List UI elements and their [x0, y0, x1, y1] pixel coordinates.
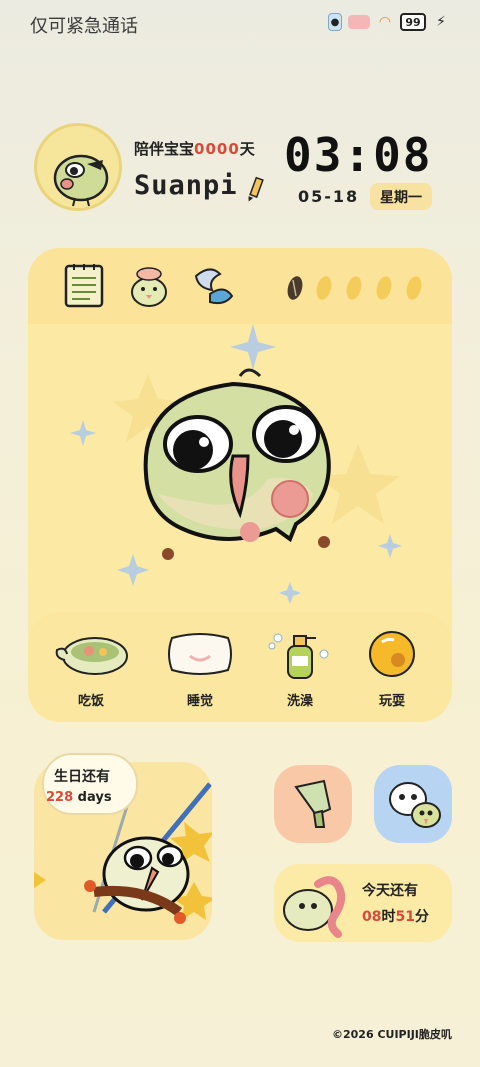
phone-status-icon: ●: [328, 13, 342, 31]
today-hours-number: 08: [362, 909, 382, 925]
companion-days: 陪伴宝宝0000天: [134, 138, 255, 159]
avatar[interactable]: [34, 123, 122, 211]
copyright-text: ©2026 CUIPIJI脆皮叽: [332, 1028, 452, 1041]
companion-days-number: 0000: [194, 140, 240, 158]
today-minutes-unit: 分: [414, 909, 429, 925]
care-action-play[interactable]: 玩耍: [342, 612, 442, 722]
sunflower-seed-icon: [287, 276, 303, 300]
sparkle-decoration: [378, 534, 402, 558]
chick-icon[interactable]: [126, 262, 172, 310]
today-hours-unit: 时: [381, 909, 396, 925]
birthday-days-number: 228: [46, 790, 74, 805]
notebook-icon[interactable]: [62, 262, 108, 310]
care-label-bath: 洗澡: [286, 694, 313, 709]
ball-icon: [369, 631, 415, 677]
birthday-days: 228 days: [46, 790, 112, 805]
status-bar: 仅可紧急通话 ● ◠ 99 ⚡: [0, 0, 480, 50]
sim-status-icon: [348, 15, 370, 29]
battery-indicator: 99: [400, 13, 426, 31]
empty-seed-icon: [406, 276, 422, 300]
pillow-icon: [168, 633, 232, 675]
sparkle-decoration: [279, 582, 301, 604]
status-title: 仅可紧急通话: [30, 16, 138, 37]
bird-worm-icon: [283, 876, 346, 938]
status-icons: ● ◠ 99 ⚡: [328, 13, 450, 31]
companion-prefix: 陪伴宝宝: [134, 140, 195, 158]
clock-time: 03:08: [284, 128, 433, 182]
companion-suffix: 天: [239, 140, 255, 158]
sparkle-decoration: [117, 554, 149, 586]
today-label: 今天还有: [362, 883, 418, 899]
empty-seed-icon: [376, 276, 392, 300]
care-action-sleep[interactable]: 睡觉: [150, 612, 250, 722]
username: Suanpi: [134, 170, 238, 201]
empty-seed-icon: [346, 276, 362, 300]
charging-icon: ⚡: [436, 14, 446, 30]
weekday-badge: 星期一: [370, 183, 432, 210]
today-countdown-card[interactable]: [274, 864, 452, 942]
pet-bird-illustration[interactable]: [28, 324, 452, 612]
birthday-days-unit: days: [77, 790, 112, 805]
today-remaining: 08时51分: [362, 906, 429, 926]
birthday-label: 生日还有: [54, 769, 110, 785]
pet-toolbar: [28, 248, 452, 324]
food-bowl-icon: [55, 637, 128, 675]
brush-tile[interactable]: [274, 765, 352, 843]
empty-seed-icon: [316, 276, 332, 300]
edit-pencil-icon[interactable]: [246, 176, 264, 204]
wifi-icon: ◠: [378, 14, 392, 30]
care-label-play: 玩耍: [378, 694, 405, 709]
care-label-sleep: 睡觉: [186, 694, 213, 709]
care-action-bath[interactable]: 洗澡: [250, 612, 350, 722]
bird-avatar-icon: [53, 154, 109, 207]
sparkle-decoration: [230, 324, 276, 370]
care-actions-bar: 吃饭 睡觉 洗澡 玩耍: [28, 612, 452, 722]
pet-main-card[interactable]: 吃饭 睡觉 洗澡 玩耍: [28, 248, 452, 722]
care-label-eat: 吃饭: [77, 694, 104, 709]
bird-friends-icon: [389, 782, 441, 828]
clock-date: 05-18: [298, 187, 360, 206]
care-action-eat[interactable]: 吃饭: [41, 612, 141, 722]
brush-icon: [294, 779, 332, 828]
ribbon-icon[interactable]: [190, 262, 236, 310]
friends-tile[interactable]: [374, 765, 452, 843]
sparkle-decoration: [70, 420, 96, 446]
shampoo-bottle-icon: [268, 633, 329, 679]
today-minutes-number: 51: [395, 909, 415, 925]
